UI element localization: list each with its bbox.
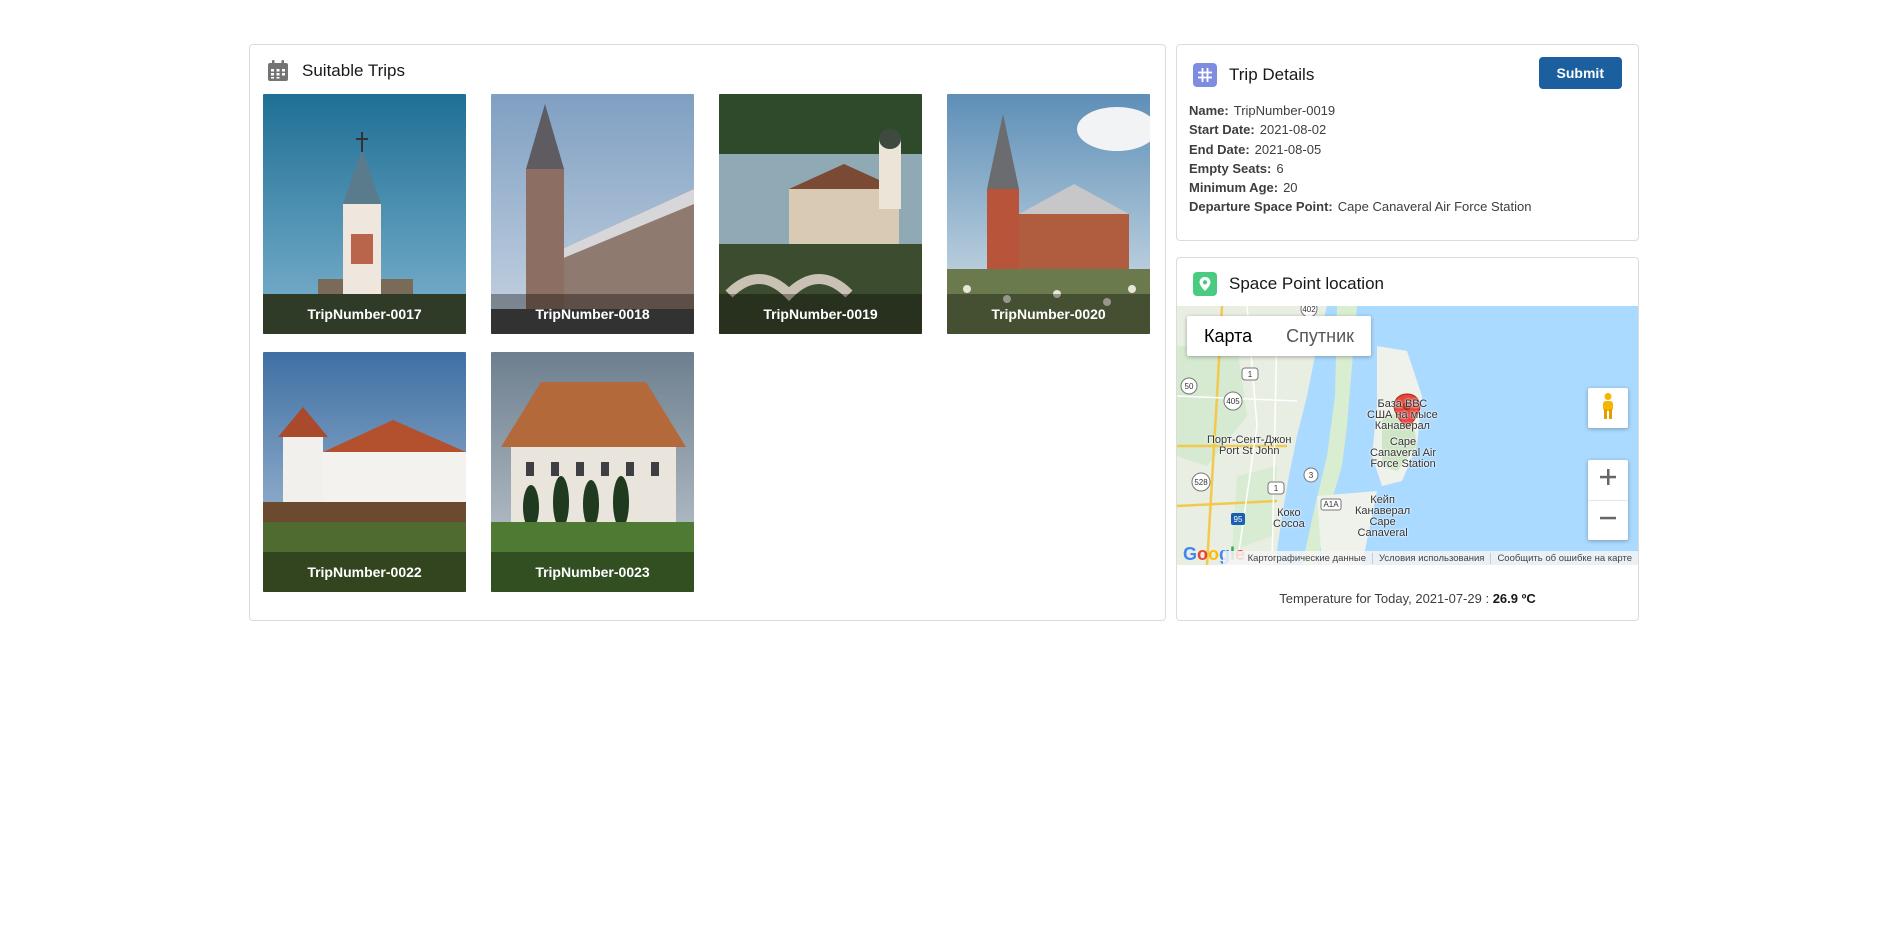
suitable-trips-card: Suitable Trips TripNumber-0017 TripNumbe…	[249, 44, 1166, 621]
terms-of-use-link[interactable]: Условия использования	[1371, 552, 1490, 564]
detail-row-empty-seats: Empty Seats: 6	[1189, 159, 1531, 178]
trip-name: TripNumber-0017	[263, 294, 466, 334]
detail-value: TripNumber-0019	[1233, 103, 1336, 118]
svg-text:95: 95	[1234, 515, 1243, 524]
detail-value: 20	[1283, 180, 1298, 196]
trip-name: TripNumber-0023	[491, 552, 694, 592]
trip-details-card: Trip Details Submit Name: TripNumber-0019…	[1176, 44, 1639, 241]
detail-label: Start Date:	[1189, 122, 1255, 138]
detail-row-name: Name: TripNumber-0019	[1189, 101, 1531, 120]
plus-icon	[1599, 468, 1617, 491]
map-type-map-button[interactable]: Карта	[1187, 316, 1269, 356]
svg-text:1: 1	[1248, 370, 1253, 379]
zoom-control	[1588, 460, 1628, 540]
detail-row-minimum-age: Minimum Age: 20	[1189, 178, 1531, 197]
submit-button[interactable]: Submit	[1538, 57, 1622, 89]
temperature-line: Temperature for Today, 2021-07-29 : 26.9…	[1177, 591, 1638, 606]
space-point-location-title: Space Point location	[1229, 274, 1384, 293]
trip-tile[interactable]: TripNumber-0018	[491, 94, 694, 334]
map-label-port-st-john: Порт-Сент-Джон Port St John	[1207, 434, 1292, 457]
calendar-icon	[266, 59, 290, 83]
report-error-link[interactable]: Сообщить об ошибке на карте	[1490, 552, 1638, 564]
street-view-pegman-button[interactable]	[1588, 388, 1628, 428]
temperature-value: 26.9 ºC	[1492, 591, 1536, 606]
map-footer: Картографические данные Условия использо…	[1223, 551, 1638, 565]
svg-text:405: 405	[1226, 397, 1240, 406]
map-label-cape-canaveral-city: Кейп Канаверал Cape Canaveral	[1355, 494, 1411, 539]
zoom-out-button[interactable]	[1588, 501, 1628, 541]
map-data-link[interactable]: Картографические данные	[1242, 553, 1372, 564]
trip-details-title: Trip Details	[1229, 65, 1315, 84]
svg-text:A1A: A1A	[1323, 500, 1339, 509]
trip-name: TripNumber-0019	[719, 294, 922, 334]
svg-text:402: 402	[1302, 306, 1316, 314]
space-point-location-card: Space Point location 1 50 405 3 1 528 A1…	[1176, 257, 1639, 621]
detail-value: 2021-08-02	[1259, 122, 1327, 138]
svg-text:3: 3	[1309, 471, 1314, 480]
map-label-cocoa: Коко Cocoa	[1273, 507, 1305, 530]
trip-tile[interactable]: TripNumber-0020	[947, 94, 1150, 334]
map-label-base: База ВВС США на мысе Канаверал	[1367, 398, 1438, 432]
detail-label: Empty Seats:	[1189, 160, 1272, 176]
trip-tile[interactable]: TripNumber-0022	[263, 352, 466, 592]
trip-tile[interactable]: TripNumber-0019	[719, 94, 922, 334]
svg-text:50: 50	[1185, 382, 1194, 391]
trip-details-list: Name: TripNumber-0019 Start Date: 2021-08-…	[1189, 101, 1531, 217]
suitable-trips-header: Suitable Trips	[266, 59, 405, 83]
pegman-icon	[1600, 392, 1616, 425]
trip-details-header: Trip Details	[1193, 63, 1314, 87]
detail-label: End Date:	[1189, 141, 1250, 157]
detail-label: Departure Space Point:	[1189, 199, 1333, 215]
trip-tile[interactable]: TripNumber-0017	[263, 94, 466, 334]
map-type-satellite-button[interactable]: Спутник	[1269, 316, 1371, 356]
svg-text:528: 528	[1194, 478, 1208, 487]
map[interactable]: 1 50 405 3 1 528 A1A 95 402 Порт-Сент-Дж…	[1177, 306, 1638, 565]
detail-value: 6	[1276, 160, 1284, 176]
detail-label: Name:	[1189, 103, 1229, 118]
trip-name: TripNumber-0022	[263, 552, 466, 592]
detail-label: Minimum Age:	[1189, 180, 1279, 196]
detail-row-departure-space-point: Departure Space Point: Cape Canaveral Air…	[1189, 197, 1531, 216]
svg-text:1: 1	[1274, 484, 1279, 493]
trip-tile[interactable]: TripNumber-0023	[491, 352, 694, 592]
map-label-cape-canaveral-afs: Cape Canaveral Air Force Station	[1370, 436, 1437, 470]
map-type-control: Карта Спутник	[1187, 316, 1372, 356]
suitable-trips-title: Suitable Trips	[302, 61, 405, 80]
detail-value: 2021-08-05	[1254, 141, 1322, 157]
zoom-in-button[interactable]	[1588, 460, 1628, 501]
detail-row-end-date: End Date: 2021-08-05	[1189, 140, 1531, 159]
hashtag-icon	[1193, 63, 1217, 87]
temperature-label: Temperature for Today, 2021-07-29 :	[1279, 591, 1490, 606]
space-point-location-header: Space Point location	[1193, 272, 1384, 296]
minus-icon	[1599, 509, 1617, 532]
location-pin-icon	[1193, 272, 1217, 296]
trip-name: TripNumber-0020	[947, 294, 1150, 334]
detail-value: Cape Canaveral Air Force Station	[1337, 199, 1532, 215]
detail-row-start-date: Start Date: 2021-08-02	[1189, 120, 1531, 139]
trip-name: TripNumber-0018	[491, 294, 694, 334]
